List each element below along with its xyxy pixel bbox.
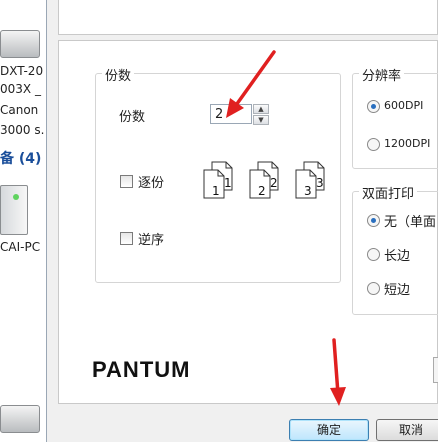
duplex-long-edge-radio[interactable]: [367, 248, 380, 261]
duplex-none-radio[interactable]: [367, 214, 380, 227]
resolution-1200dpi-radio[interactable]: [367, 138, 380, 151]
pantum-logo: PANTUM: [92, 357, 191, 382]
device-group-header[interactable]: 备 (4): [0, 148, 41, 168]
collate-page-number: 3: [304, 184, 312, 198]
resolution-600dpi-label: 600DPI: [384, 99, 424, 112]
computer-label[interactable]: CAI-PC: [0, 240, 40, 254]
collate-page-2-icon: 2 2: [246, 160, 286, 200]
ok-button[interactable]: 确定: [289, 419, 369, 441]
collate-label: 逐份: [138, 176, 165, 191]
collate-page-number: 3: [316, 176, 324, 190]
printer-icon: [0, 30, 40, 58]
duplex-short-edge-label: 短边: [384, 283, 411, 298]
collate-page-1-icon: 1 1: [200, 160, 240, 200]
duplex-long-edge-label: 长边: [384, 249, 411, 264]
resolution-group-title: 分辨率: [359, 65, 405, 84]
collate-page-number: 1: [224, 176, 232, 190]
collate-page-number: 2: [270, 176, 278, 190]
top-panel: [58, 0, 438, 35]
collate-page-number: 2: [258, 184, 266, 198]
reverse-order-checkbox[interactable]: [120, 232, 133, 245]
cancel-button[interactable]: 取消: [376, 419, 438, 441]
duplex-short-edge-radio[interactable]: [367, 282, 380, 295]
printer-name-line: 003X _: [0, 82, 41, 96]
printer-name-line: 3000 s.: [0, 123, 45, 137]
printer-icon: [0, 405, 40, 433]
duplex-group-title: 双面打印: [359, 183, 418, 202]
resolution-1200dpi-label: 1200DPI: [384, 137, 431, 150]
collate-page-number: 1: [212, 184, 220, 198]
copies-input[interactable]: 2: [210, 104, 252, 124]
resolution-600dpi-radio[interactable]: [367, 100, 380, 113]
reverse-order-label: 逆序: [138, 233, 165, 248]
copies-group-title: 份数: [102, 65, 135, 84]
computer-icon: [0, 185, 28, 235]
printer-name-line: Canon: [0, 103, 39, 117]
collate-page-3-icon: 3 3: [292, 160, 332, 200]
copies-increment-button[interactable]: ▲: [253, 104, 269, 114]
settings-panel: 份数 分辨率 双面打印: [58, 40, 438, 404]
copies-label: 份数: [119, 110, 146, 125]
resolution-group: 分辨率: [352, 65, 438, 169]
copies-decrement-button[interactable]: ▼: [253, 115, 269, 125]
collate-checkbox[interactable]: [120, 175, 133, 188]
partial-button-edge[interactable]: [433, 357, 438, 383]
duplex-none-label: 无（单面: [384, 215, 437, 230]
background-explorer-pane: DXT-20 003X _ Canon 3000 s. 备 (4) CAI-PC: [0, 0, 46, 442]
printer-name-line: DXT-20: [0, 64, 44, 78]
